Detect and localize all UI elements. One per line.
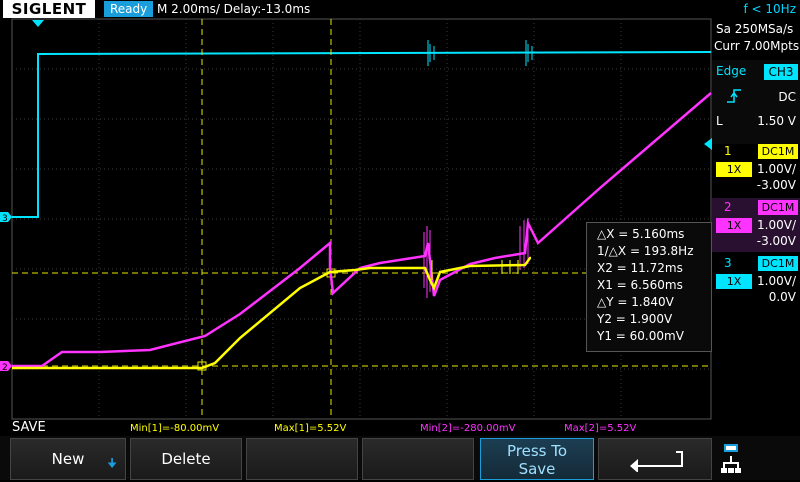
trigger-level-label: L [716,114,723,128]
cursor-x2-value: X2 = 11.72ms [597,261,683,275]
channel-1-probe: 1X [716,162,752,177]
measurement-min1: Min[1]=-80.00mV [130,423,220,434]
measurement-min2: Min[2]=-280.00mV [420,423,516,434]
cursor-delta-y: △Y = 1.840V [597,295,674,309]
delete-button-label: Delete [161,450,211,468]
cursor-delta-x: △X = 5.160ms [597,227,685,241]
cursor-inverse-delta-x: 1/△X = 193.8Hz [597,244,694,258]
press-to-save-line2: Save [518,460,556,478]
channel-1-number: 1 [724,144,732,158]
frequency-counter-readout: f < 10Hz [743,2,797,16]
channel-2-scale: 1.00V/ [757,218,796,232]
softkey-4-empty[interactable] [362,438,474,480]
cursor-x1-value: X1 = 6.560ms [597,278,683,292]
return-button[interactable] [598,438,712,480]
svg-text:2: 2 [2,363,8,373]
press-to-save-button[interactable]: Press To Save [480,438,594,480]
sample-rate: Sa 250MSa/s [716,22,794,36]
channel-1-offset: -3.00V [756,178,796,192]
timebase-readout: M 2.00ms/ Delay:-13.0ms [157,2,311,16]
cursor-y1-value: Y1 = 60.00mV [597,329,684,343]
arrow-down-icon: 🠋 [107,456,117,470]
softkey-3-empty[interactable] [246,438,358,480]
channel-1-info[interactable]: 1 DC1M 1X 1.00V/ -3.00V [712,142,800,196]
channel-1-scale: 1.00V/ [757,162,796,176]
measurement-max2: Max[2]=5.52V [564,423,637,434]
channel-2-probe: 1X [716,218,752,233]
channel-3-number: 3 [724,256,732,270]
cursor-y2-value: Y2 = 1.900V [597,312,673,326]
channel-3-probe: 1X [716,274,752,289]
usb-network-status-icon [720,442,742,478]
trigger-level-value: 1.50 V [757,114,796,128]
trigger-coupling: DC [778,90,796,104]
right-info-panel: Sa 250MSa/s Curr 7.00Mpts Edge CH3 DC L … [712,18,800,420]
waveform-display[interactable]: 3 2 [0,18,712,420]
return-arrow-icon [630,451,683,472]
new-button[interactable]: New 🠋 [10,438,126,480]
channel-2-number: 2 [724,200,732,214]
channel-3-scale: 1.00V/ [757,274,796,288]
trigger-source-badge: CH3 [764,64,798,80]
channel-3-offset: 0.0V [768,290,796,304]
memory-depth: Curr 7.00Mpts [714,39,800,53]
delete-button[interactable]: Delete [130,438,242,480]
menu-title: SAVE [12,420,46,435]
channel-2-coupling: DC1M [758,200,798,215]
measurement-max1: Max[1]=5.52V [274,423,347,434]
brand-logo: SIGLENT [3,0,95,18]
rising-edge-icon [726,88,742,104]
trigger-type: Edge [716,64,747,78]
svg-text:3: 3 [2,214,8,224]
channel-2-offset: -3.00V [756,234,796,248]
channel-3-coupling: DC1M [758,256,798,271]
acquisition-status-badge: Ready [104,1,154,17]
press-to-save-line1: Press To [506,442,568,460]
channel-3-info[interactable]: 3 DC1M 1X 1.00V/ 0.0V [712,254,800,308]
cursor-measurement-box: △X = 5.160ms 1/△X = 193.8Hz X2 = 11.72ms… [586,222,712,352]
channel-2-info[interactable]: 2 DC1M 1X 1.00V/ -3.00V [712,198,800,252]
trigger-section[interactable]: Edge CH3 DC L 1.50 V [712,60,800,144]
channel-1-coupling: DC1M [758,144,798,159]
